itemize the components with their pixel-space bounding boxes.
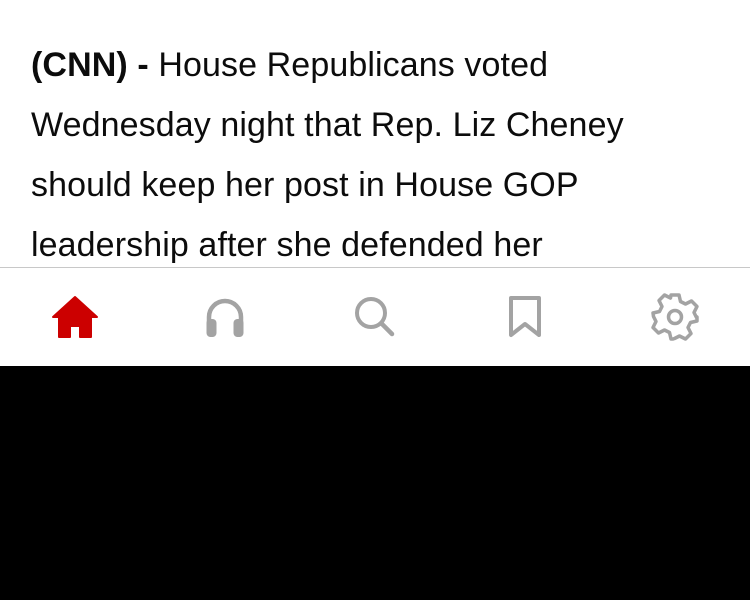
- bookmark-icon: [509, 296, 541, 337]
- bottom-tab-bar: [0, 267, 750, 366]
- tab-saved[interactable]: [450, 268, 600, 366]
- search-icon: [355, 297, 395, 337]
- article-dateline: (CNN) -: [31, 46, 149, 84]
- article-paragraph: (CNN) - House Republicans voted Wednesda…: [31, 35, 721, 267]
- tab-settings[interactable]: [600, 268, 750, 366]
- app-screen: (CNN) - House Republicans voted Wednesda…: [0, 0, 750, 600]
- home-icon: [52, 296, 98, 338]
- article-content: (CNN) - House Republicans voted Wednesda…: [0, 0, 750, 267]
- tab-audio[interactable]: [150, 268, 300, 366]
- gear-icon: [651, 293, 699, 341]
- tab-home[interactable]: [0, 268, 150, 366]
- tab-search[interactable]: [300, 268, 450, 366]
- headphones-icon: [206, 298, 244, 337]
- empty-screen-area: [0, 366, 750, 600]
